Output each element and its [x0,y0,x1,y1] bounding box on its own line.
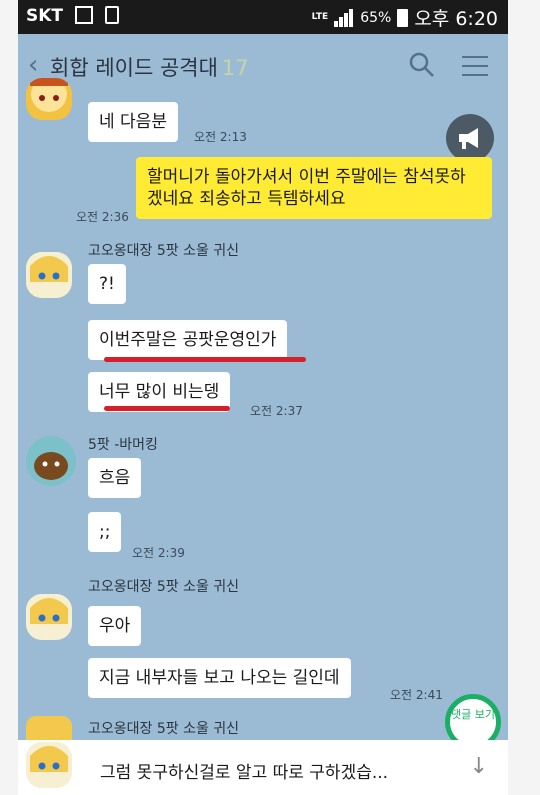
phone-screen: SKT LTE 65% 오후 6:20 ‹ 회합 레이드 공격대 17 네 다음분… [18,0,508,795]
message-time: 오전 2:36 [76,210,129,224]
gallery-icon [74,6,93,24]
avatar[interactable] [26,252,72,298]
carrier-label: SKT [26,6,64,26]
sender-name: 고오옹대장 5팟 소울 귀신 [88,721,240,737]
menu-icon[interactable] [462,56,488,76]
status-bar: SKT LTE 65% 오후 6:20 [18,0,508,34]
red-underline [104,357,306,362]
chat-title: 회합 레이드 공격대 17 [50,52,249,82]
latest-message-preview[interactable]: 그럼 못구하신걸로 알고 따로 구하겠습... ↓ [18,740,508,795]
message-bubble: 흐음 [88,458,142,498]
message-time: 오전 2:13 [194,130,247,144]
message-bubble: ?! [88,264,126,304]
back-icon[interactable]: ‹ [28,50,38,80]
network-label: LTE [311,12,329,22]
search-icon[interactable] [408,51,436,79]
avatar[interactable] [26,436,76,486]
avatar[interactable] [26,716,72,740]
message-time: 오전 2:37 [250,404,303,418]
down-arrow-icon[interactable]: ↓ [470,754,488,779]
message-bubble: 네 다음분 [88,102,178,142]
message-bubble: 이번주말은 공팟운영인가 [88,320,288,360]
megaphone-icon[interactable] [446,114,494,162]
message-bubble: 지금 내부자들 보고 나오는 길인데 [88,658,351,698]
sender-name: 고오옹대장 5팟 소울 귀신 [88,243,240,259]
message-bubble: ;; [88,512,122,552]
message-time: 오전 2:41 [390,688,443,702]
message-bubble: 우아 [88,606,142,646]
chat-name: 회합 레이드 공격대 [50,56,218,80]
avatar[interactable] [26,594,72,640]
battery-percent: 65% [360,9,392,26]
clock: 오후 6:20 [414,8,498,30]
document-icon [104,6,119,24]
avatar[interactable] [26,78,72,120]
my-message-bubble: 할머니가 돌아가셔서 이번 주말에는 참석못하겠네요 죄송하고 득템하세요 [136,157,492,219]
avatar [26,742,72,788]
chat-header: ‹ 회합 레이드 공격대 17 [18,34,508,94]
sender-name: 5팟 -바머킹 [88,437,158,453]
signal-icon [334,8,354,27]
battery-icon [397,8,409,27]
red-underline [104,406,230,411]
member-count: 17 [221,56,249,80]
message-time: 오전 2:39 [132,546,185,560]
preview-text: 그럼 못구하신걸로 알고 따로 구하겠습... [100,763,389,783]
sender-name: 고오옹대장 5팟 소울 귀신 [88,579,240,595]
